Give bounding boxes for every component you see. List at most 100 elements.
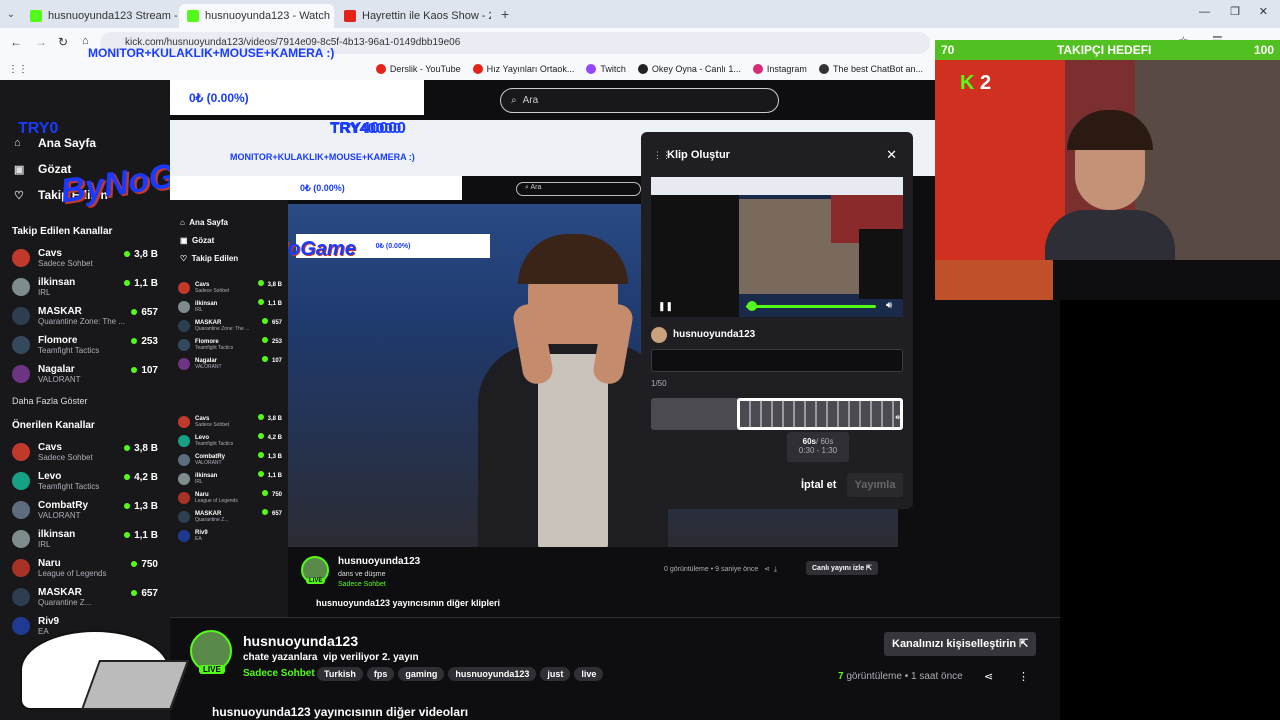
- followed-channel[interactable]: ilkinsan IRL 1,1 B: [0, 272, 170, 301]
- browser-tab-3[interactable]: Hayrettin ile Kaos Show - 2.Se ✕: [336, 4, 491, 28]
- viewer-count: 657: [262, 509, 282, 517]
- tag-pill[interactable]: husnuoyunda123: [448, 667, 537, 681]
- search-box[interactable]: ⌕ Ara: [500, 88, 779, 113]
- channel-game: Sadece Sohbet: [195, 287, 230, 294]
- nested-recommended-channel[interactable]: CombatRy VALORANT 1,3 B: [178, 450, 282, 469]
- clip-trim-handle-right[interactable]: ⇹: [895, 412, 903, 423]
- clip-progress-thumb[interactable]: [747, 301, 757, 311]
- channel-name: MASKAR: [38, 305, 82, 317]
- channel-name: ilkinsan: [195, 472, 218, 479]
- clip-preview[interactable]: [651, 177, 903, 317]
- channel-category[interactable]: Sadece Sohbet: [243, 668, 315, 679]
- viewer-count: 1,1 B: [258, 471, 282, 479]
- tag-pill[interactable]: Turkish: [317, 667, 363, 681]
- nested-followed-channel[interactable]: MASKAR Quarantine Zone: The ... 657: [178, 316, 282, 335]
- close-icon[interactable]: ✕: [886, 147, 897, 163]
- channel-game: Teamfight Tactics: [38, 345, 100, 355]
- volume-icon[interactable]: 🔊︎: [886, 300, 892, 311]
- download-icon[interactable]: ⤓: [774, 566, 777, 573]
- forward-icon[interactable]: →: [35, 35, 47, 49]
- recommended-channel[interactable]: Levo Teamfight Tactics 4,2 B: [0, 466, 170, 495]
- restore-icon[interactable]: ❐: [1230, 5, 1240, 18]
- bookmark-chatbot[interactable]: The best ChatBot an...: [818, 64, 923, 74]
- new-tab-button[interactable]: +: [501, 6, 509, 22]
- clip-progress-track[interactable]: [746, 305, 876, 308]
- followed-list: Cavs Sadece Sohbet 3,8 B ilkinsan IRL 1,1 B MA…: [0, 243, 170, 388]
- browse-icon: ▣: [14, 163, 25, 176]
- tag-pill[interactable]: fps: [366, 667, 395, 681]
- channel-game: Quarantine Zone: The ...: [195, 325, 250, 332]
- tag-pill[interactable]: gaming: [398, 667, 445, 681]
- bookmark-okey[interactable]: Okey Oyna - Canlı 1...: [637, 64, 741, 74]
- viewer-count: 253: [131, 336, 158, 347]
- followed-title: Takip Edilen Kanallar: [12, 226, 113, 237]
- recommended-title: Önerilen Kanallar: [12, 420, 95, 431]
- nested-followed-channel[interactable]: Cavs Sadece Sohbet 3,8 B: [178, 278, 282, 297]
- share-icon[interactable]: ⋖: [984, 670, 993, 683]
- bookmark-twitch[interactable]: Twitch: [586, 64, 626, 74]
- apps-icon[interactable]: ⋮⋮: [8, 64, 28, 75]
- nested-channel-name[interactable]: husnuoyunda123: [338, 556, 420, 567]
- followed-channel[interactable]: Flomore Teamfight Tactics 253: [0, 330, 170, 359]
- show-more-link[interactable]: Daha Fazla Göster: [0, 388, 170, 414]
- nested-followed-channel[interactable]: Flomore Teamfight Tactics 253: [178, 335, 282, 354]
- browser-tab-1[interactable]: husnuoyunda123 Stream - Wat ✕: [22, 4, 177, 28]
- channel-avatar: [178, 357, 190, 370]
- followed-channel[interactable]: Nagalar VALORANT 107: [0, 359, 170, 388]
- nested-recommended-channel[interactable]: Naru League of Legends 750: [178, 488, 282, 507]
- reload-icon[interactable]: ↻: [58, 35, 68, 49]
- viewer-count: 107: [131, 365, 158, 376]
- clip-modal-title: Klip Oluştur: [667, 149, 730, 161]
- back-icon[interactable]: ←: [10, 35, 22, 49]
- goal-target: 100: [1253, 43, 1274, 57]
- viewer-count: 1,3 B: [124, 501, 158, 512]
- channel-name: Flomore: [38, 334, 78, 346]
- cancel-button[interactable]: İptal et: [801, 479, 836, 491]
- clip-play-icon[interactable]: ❚❚: [658, 301, 673, 312]
- tab-search-icon[interactable]: ⌄: [0, 9, 22, 20]
- minimize-icon[interactable]: —: [1199, 6, 1210, 18]
- recommended-channel[interactable]: Cavs Sadece Sohbet 3,8 B: [0, 437, 170, 466]
- followed-channel[interactable]: MASKAR Quarantine Zone: The ... 657: [0, 301, 170, 330]
- nested-headline: MONITOR+KULAKLIK+MOUSE+KAMERA :): [230, 152, 415, 162]
- more-options-icon[interactable]: ⋮: [1018, 670, 1029, 683]
- youtube-icon: [375, 64, 386, 74]
- bookmark-derslik[interactable]: Derslik - YouTube: [375, 64, 461, 74]
- channel-game: IRL: [195, 306, 203, 313]
- bongo-cat-overlay: [0, 600, 200, 720]
- recommended-channel[interactable]: CombatRy VALORANT 1,3 B: [0, 495, 170, 524]
- publish-button[interactable]: Yayımla: [847, 473, 903, 497]
- browser-tab-2[interactable]: husnuoyunda123 - Watch I ✕: [179, 4, 334, 28]
- viewer-count: 1,3 B: [258, 452, 282, 460]
- channel-avatar: [12, 442, 30, 461]
- nested-recommended-channel[interactable]: MASKAR Quarantine Z... 657: [178, 507, 282, 526]
- nested-recommended-channel[interactable]: Levo Teamfight Tactics 4,2 B: [178, 431, 282, 450]
- nested-category[interactable]: Sadece Sohbet: [338, 581, 386, 588]
- tag-pill[interactable]: just: [540, 667, 571, 681]
- nested-followed-channel[interactable]: Nagalar VALORANT 107: [178, 354, 282, 373]
- customize-channel-button[interactable]: Kanalınızı kişiselleştirin ⇱: [884, 632, 1037, 656]
- share-icon[interactable]: ⋖: [764, 566, 770, 573]
- goal-current: 70: [941, 43, 955, 57]
- channel-avatar: [12, 306, 30, 325]
- nested-recommended-channel[interactable]: Riv9 EA: [178, 526, 282, 545]
- nested-watch-live-button[interactable]: Canlı yayını izle ⇱: [806, 561, 878, 575]
- recommended-channel[interactable]: Naru League of Legends 750: [0, 553, 170, 582]
- recommended-channel[interactable]: ilkinsan IRL 1,1 B: [0, 524, 170, 553]
- heart-icon: ♡: [14, 189, 24, 202]
- channel-name[interactable]: husnuoyunda123: [243, 633, 358, 649]
- clip-duration-max: / 60s: [816, 437, 834, 446]
- followed-channel[interactable]: Cavs Sadece Sohbet 3,8 B: [0, 243, 170, 272]
- tag-list: Turkish fps gaming husnuoyunda123 just live: [317, 666, 607, 681]
- view-stats: 7 görüntüleme • 1 saat önce: [838, 671, 963, 682]
- nested-recommended-channel[interactable]: Cavs Sadece Sohbet 3,8 B: [178, 412, 282, 431]
- tag-pill[interactable]: live: [574, 667, 604, 681]
- nested-recommended-channel[interactable]: ilkinsan IRL 1,1 B: [178, 469, 282, 488]
- viewer-count: 4,2 B: [258, 433, 282, 441]
- clip-title-input[interactable]: [651, 349, 903, 372]
- close-window-icon[interactable]: ✕: [1259, 5, 1268, 18]
- bookmark-hiz[interactable]: Hız Yayınları Ortaok...: [472, 64, 574, 74]
- nested-followed-channel[interactable]: ilkinsan IRL 1,1 B: [178, 297, 282, 316]
- bookmark-instagram[interactable]: Instagram: [752, 64, 807, 74]
- clip-trim-selection[interactable]: [737, 398, 903, 430]
